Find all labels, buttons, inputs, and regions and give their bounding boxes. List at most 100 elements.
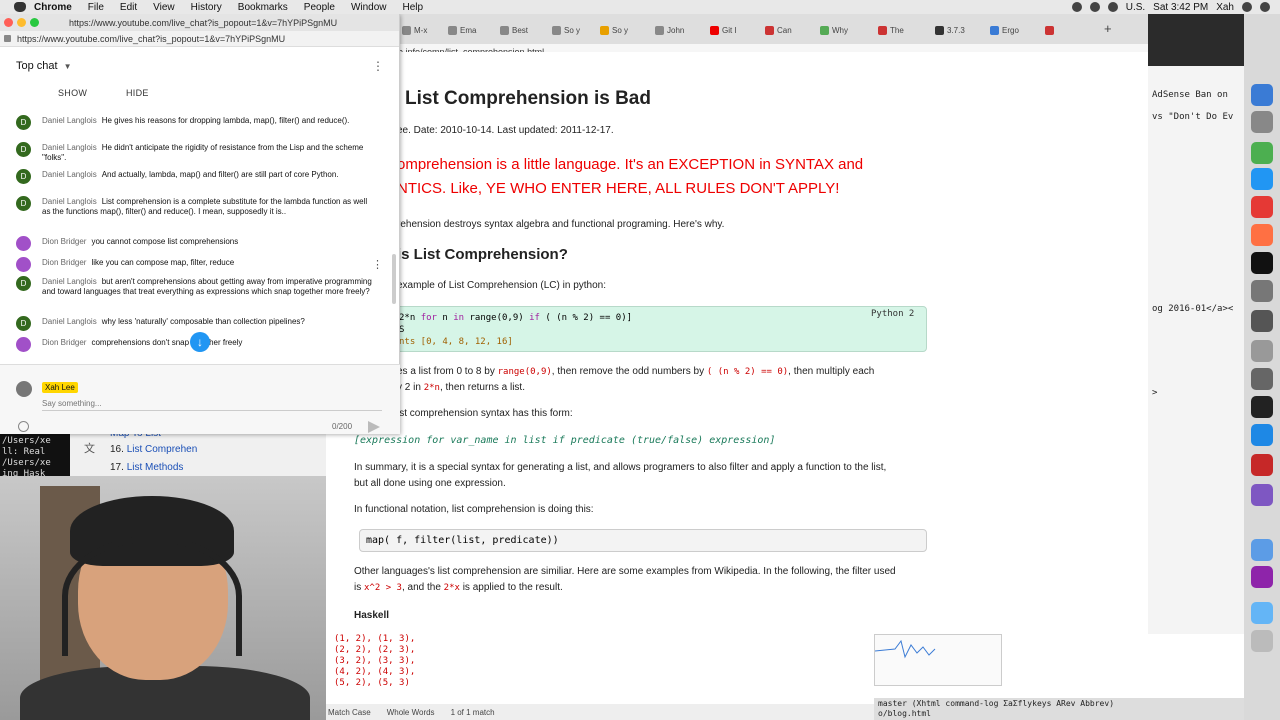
menu-help[interactable]: Help (403, 2, 424, 13)
message-menu-icon[interactable]: ⋮ (372, 258, 383, 271)
message-author[interactable]: Dion Bridger (42, 237, 86, 246)
other-line1: Other languages's list comprehension are… (354, 566, 896, 577)
chrome-icon[interactable] (1251, 142, 1273, 164)
emoji-icon[interactable] (18, 421, 29, 432)
tab[interactable]: 3.7.3 (935, 22, 965, 38)
match-case-option[interactable]: Match Case (328, 708, 371, 717)
app-icon[interactable] (1251, 310, 1273, 332)
input-locale[interactable]: U.S. (1126, 2, 1145, 13)
avatar[interactable] (16, 337, 31, 352)
brave-icon[interactable] (1251, 196, 1273, 218)
scroll-down-icon[interactable]: ↓ (190, 332, 210, 352)
calendar-icon[interactable] (1251, 340, 1273, 362)
menu-window[interactable]: Window (351, 2, 387, 13)
avatar[interactable]: D (16, 115, 31, 130)
search-icon[interactable] (1242, 2, 1252, 12)
tab[interactable]: Ergo (990, 22, 1019, 38)
toc-item[interactable]: 16. List Comprehen (110, 444, 197, 455)
app-icon[interactable] (1251, 484, 1273, 506)
message-author[interactable]: Daniel Langlois (42, 116, 97, 125)
volume-icon[interactable] (1107, 2, 1118, 12)
avatar[interactable]: D (16, 316, 31, 331)
tab[interactable]: M-x (402, 22, 427, 38)
dock (1244, 14, 1280, 720)
avatar[interactable] (16, 257, 31, 272)
new-tab-icon[interactable]: + (1104, 20, 1112, 36)
avatar[interactable]: D (16, 276, 31, 291)
apple-icon[interactable] (14, 2, 26, 12)
message-author[interactable]: Daniel Langlois (42, 197, 97, 206)
intro-text: rehension destroys syntax algebra and fu… (397, 219, 725, 230)
minimize-icon[interactable] (17, 18, 26, 27)
code-lang-label: Python 2 (871, 309, 915, 319)
menu-bookmarks[interactable]: Bookmarks (238, 2, 288, 13)
close-icon[interactable] (4, 18, 13, 27)
safari-icon[interactable] (1251, 168, 1273, 190)
tab-favicon-icon (448, 25, 457, 35)
chat-scrollbar[interactable] (392, 254, 396, 304)
avatar[interactable] (16, 236, 31, 251)
menu-people[interactable]: People (304, 2, 335, 13)
whole-words-option[interactable]: Whole Words (387, 708, 435, 717)
menu-view[interactable]: View (153, 2, 175, 13)
tab[interactable]: Ema (448, 22, 476, 38)
more-options-icon[interactable]: ⋮ (372, 59, 384, 73)
folder-icon[interactable] (1251, 602, 1273, 624)
firefox-icon[interactable] (1251, 224, 1273, 246)
trash-icon[interactable] (1251, 630, 1273, 652)
app-icon[interactable] (1251, 368, 1273, 390)
menu-chrome[interactable]: Chrome (34, 2, 72, 13)
avatar[interactable]: D (16, 196, 31, 211)
menu-edit[interactable]: Edit (120, 2, 137, 13)
tab[interactable]: Can (765, 22, 792, 38)
tab-active[interactable]: The (878, 22, 904, 38)
settings-icon[interactable] (1251, 280, 1273, 302)
clock[interactable]: Sat 3:42 PM (1153, 2, 1208, 13)
status-icon[interactable] (1071, 2, 1082, 12)
tab[interactable]: John (655, 22, 684, 38)
terminal-icon[interactable] (1251, 252, 1273, 274)
top-chat-dropdown[interactable]: Top chat (16, 60, 58, 72)
tab[interactable]: Best (500, 22, 528, 38)
message-author[interactable]: Daniel Langlois (42, 143, 97, 152)
finder-icon[interactable] (1251, 84, 1273, 106)
app-icon[interactable] (1251, 396, 1273, 418)
tab[interactable]: So y (600, 22, 628, 38)
message-author[interactable]: Dion Bridger (42, 258, 86, 267)
message-author[interactable]: Daniel Langlois (42, 277, 97, 286)
haskell-heading: Haskell (354, 610, 390, 621)
avatar[interactable]: D (16, 142, 31, 157)
app-icon[interactable] (1251, 424, 1273, 446)
show-button[interactable]: SHOW (58, 88, 87, 98)
chat-message-input[interactable] (42, 397, 382, 411)
translate-icon[interactable]: 文 (84, 440, 95, 456)
tab-favicon-icon (655, 25, 664, 35)
live-chat-window: https://www.youtube.com/live_chat?is_pop… (0, 14, 400, 434)
wifi-icon[interactable] (1089, 2, 1100, 12)
toc-item[interactable]: 17. List Methods (110, 462, 183, 473)
user-name[interactable]: Xah (1216, 2, 1234, 13)
map-code: map( f, filter(list, predicate)) (366, 535, 559, 546)
menu-file[interactable]: File (88, 2, 104, 13)
message-text: why less 'naturally' composable than col… (101, 317, 305, 326)
app-icon[interactable] (1251, 539, 1273, 561)
app-icon[interactable] (1251, 111, 1273, 133)
avatar[interactable]: D (16, 169, 31, 184)
app-icon[interactable] (1251, 454, 1273, 476)
tab[interactable]: Git I (710, 22, 737, 38)
menu-list-icon[interactable] (1260, 2, 1270, 12)
message-author[interactable]: Daniel Langlois (42, 170, 97, 179)
maximize-icon[interactable] (30, 18, 39, 27)
menu-history[interactable]: History (191, 2, 222, 13)
chevron-down-icon[interactable]: ▼ (64, 62, 72, 71)
message-author[interactable]: Dion Bridger (42, 338, 86, 347)
chat-message: Dion Bridger you cannot compose list comp… (16, 236, 376, 251)
hide-button[interactable]: HIDE (126, 88, 149, 98)
tab[interactable] (1045, 22, 1057, 38)
app-icon[interactable] (1251, 566, 1273, 588)
chat-url[interactable]: https://www.youtube.com/live_chat?is_pop… (17, 34, 285, 44)
send-icon[interactable] (368, 421, 380, 433)
message-author[interactable]: Daniel Langlois (42, 317, 97, 326)
tab[interactable]: So y (552, 22, 580, 38)
tab[interactable]: Why (820, 22, 848, 38)
